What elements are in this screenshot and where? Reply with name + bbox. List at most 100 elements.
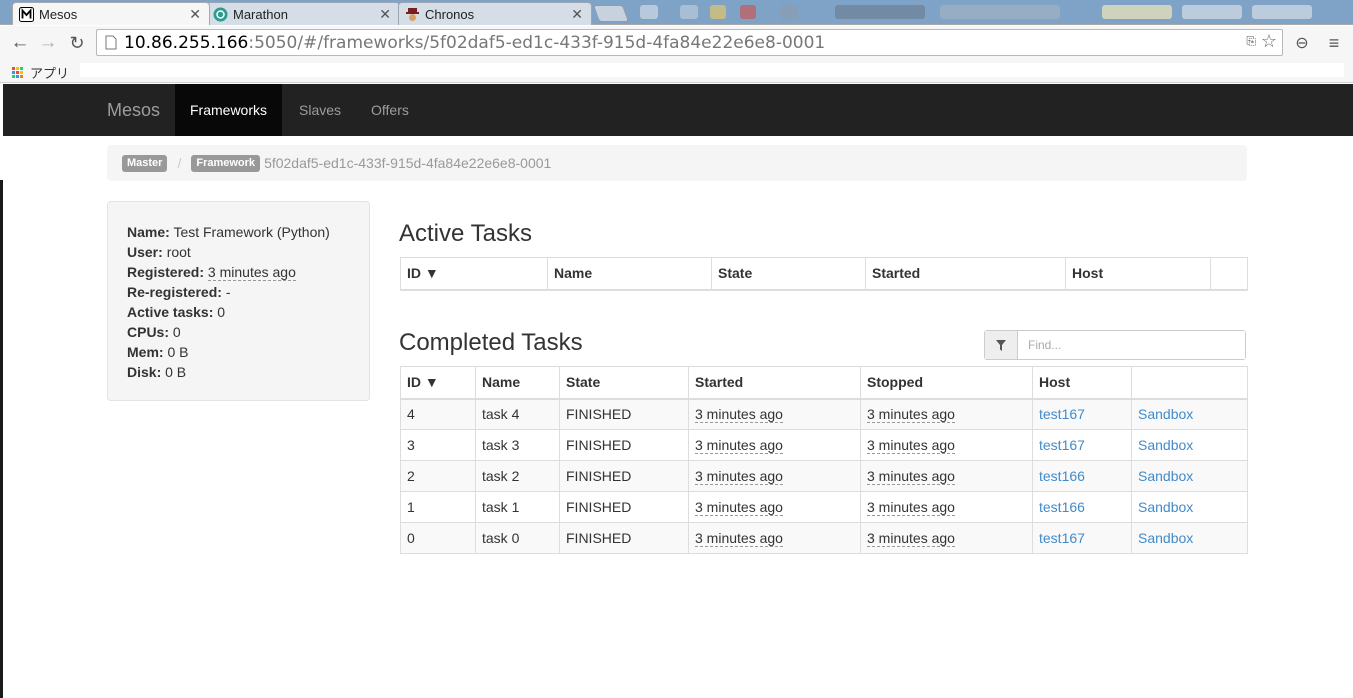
table-header-row: ID ▼ Name State Started Host [400,257,1248,291]
breadcrumb-framework-label[interactable]: Framework [191,154,261,172]
sandbox-link[interactable]: Sandbox [1138,406,1193,422]
task-id-cell: 3 [400,429,476,461]
column-header-name[interactable]: Name [475,366,560,400]
column-header-host[interactable]: Host [1032,366,1132,400]
browser-tab-marathon[interactable]: Marathon ✕ [206,2,400,25]
relative-time[interactable]: 3 minutes ago [867,530,955,547]
info-label: Name: [127,224,170,240]
column-header-host[interactable]: Host [1065,257,1211,291]
close-tab-icon[interactable]: ✕ [189,6,201,23]
back-arrow-icon[interactable]: ← [8,31,32,55]
host-link[interactable]: test167 [1039,437,1085,453]
task-sandbox-cell: Sandbox [1131,398,1248,430]
column-header-started[interactable]: Started [865,257,1066,291]
nav-item-frameworks[interactable]: Frameworks [175,84,283,136]
host-link[interactable]: test167 [1039,406,1085,422]
address-bar[interactable]: 10.86.255.166:5050/#/frameworks/5f02daf5… [96,29,1283,56]
task-state-cell: FINISHED [559,522,689,554]
info-mem-row: Mem: 0 B [127,342,350,362]
sandbox-link[interactable]: Sandbox [1138,499,1193,515]
info-label: Disk: [127,364,162,380]
task-id-cell: 4 [400,398,476,430]
task-host-cell: test166 [1032,460,1132,492]
task-host-cell: test167 [1032,429,1132,461]
relative-time[interactable]: 3 minutes ago [695,406,783,424]
column-header-state[interactable]: State [711,257,866,291]
task-started-cell: 3 minutes ago [688,429,861,461]
filter-icon[interactable] [985,331,1018,359]
breadcrumb-master-label[interactable]: Master [122,154,168,172]
sandbox-link[interactable]: Sandbox [1138,530,1193,546]
browser-tab-chronos[interactable]: Chronos ✕ [398,2,592,25]
info-label: Mem: [127,344,164,360]
bookmark-star-icon[interactable]: ☆ [1261,31,1277,52]
column-header-stopped[interactable]: Stopped [860,366,1033,400]
table-row: 3 task 3 FINISHED 3 minutes ago 3 minute… [400,429,1248,461]
relative-time[interactable]: 3 minutes ago [867,468,955,485]
task-id-cell: 2 [400,460,476,492]
browser-tab-title: Mesos [39,6,78,22]
relative-time[interactable]: 3 minutes ago [867,499,955,516]
breadcrumb: Master / Framework 5f02daf5-ed1c-433f-91… [107,145,1247,181]
background-window-icons [640,2,1353,22]
browser-tab-mesos[interactable]: Mesos ✕ [12,2,210,25]
menu-icon[interactable]: ≡ [1322,31,1346,55]
info-label: User: [127,244,163,260]
column-header-started[interactable]: Started [688,366,861,400]
info-value: - [225,284,231,300]
info-reregistered-row: Re-registered: - [127,282,350,302]
task-stopped-cell: 3 minutes ago [860,491,1033,523]
task-stopped-cell: 3 minutes ago [860,460,1033,492]
info-label: Registered: [127,264,205,280]
new-tab-button[interactable] [592,5,630,22]
mesos-brand[interactable]: Mesos [107,100,160,121]
host-link[interactable]: test166 [1039,468,1085,484]
active-tasks-table: ID ▼ Name State Started Host [400,257,1248,291]
task-state-cell: FINISHED [559,491,689,523]
browser-tab-strip: Mesos ✕ Marathon ✕ Chronos ✕ [0,0,1353,25]
close-tab-icon[interactable]: ✕ [571,6,583,23]
task-started-cell: 3 minutes ago [688,398,861,430]
relative-time[interactable]: 3 minutes ago [695,499,783,516]
info-value[interactable]: 3 minutes ago [207,264,296,281]
mesos-favicon-icon [19,6,34,22]
info-value: root [166,244,191,260]
nav-item-slaves[interactable]: Slaves [284,84,356,136]
relative-time[interactable]: 3 minutes ago [867,406,955,424]
task-filter [984,330,1246,360]
host-link[interactable]: test166 [1039,499,1085,515]
find-input[interactable] [1018,331,1245,359]
task-name-cell: task 3 [475,429,560,461]
left-window-edge [0,180,3,698]
mesos-navbar: Mesos Frameworks Slaves Offers [3,84,1353,136]
host-link[interactable]: test167 [1039,530,1085,546]
page-icon [105,35,117,50]
task-stopped-cell: 3 minutes ago [860,429,1033,461]
sandbox-link[interactable]: Sandbox [1138,468,1193,484]
task-state-cell: FINISHED [559,429,689,461]
close-tab-icon[interactable]: ✕ [379,6,391,23]
column-header-id[interactable]: ID ▼ [400,257,548,291]
table-row: 4 task 4 FINISHED 3 minutes ago 3 minute… [400,398,1248,430]
task-sandbox-cell: Sandbox [1131,522,1248,554]
apps-shortcut[interactable]: アプリ [12,63,69,82]
sandbox-link[interactable]: Sandbox [1138,437,1193,453]
column-header-state[interactable]: State [559,366,689,400]
zoom-out-icon[interactable]: ⊖ [1290,31,1314,55]
framework-info-panel: Name: Test Framework (Python) User: root… [107,201,370,401]
relative-time[interactable]: 3 minutes ago [695,437,783,454]
reload-icon[interactable]: ↻ [65,31,89,55]
column-header-id[interactable]: ID ▼ [400,366,476,400]
column-header-name[interactable]: Name [547,257,712,291]
forward-arrow-icon[interactable]: → [36,31,60,55]
relative-time[interactable]: 3 minutes ago [695,530,783,547]
task-started-cell: 3 minutes ago [688,491,861,523]
relative-time[interactable]: 3 minutes ago [867,437,955,454]
translate-icon[interactable]: ⎘ [1246,34,1256,49]
info-label: Re-registered: [127,284,222,300]
relative-time[interactable]: 3 minutes ago [695,468,783,485]
url-path: :5050/#/frameworks/5f02daf5-ed1c-433f-91… [248,32,826,53]
info-value: 0 B [167,344,189,360]
marathon-favicon-icon [213,7,228,22]
nav-item-offers[interactable]: Offers [356,84,424,136]
